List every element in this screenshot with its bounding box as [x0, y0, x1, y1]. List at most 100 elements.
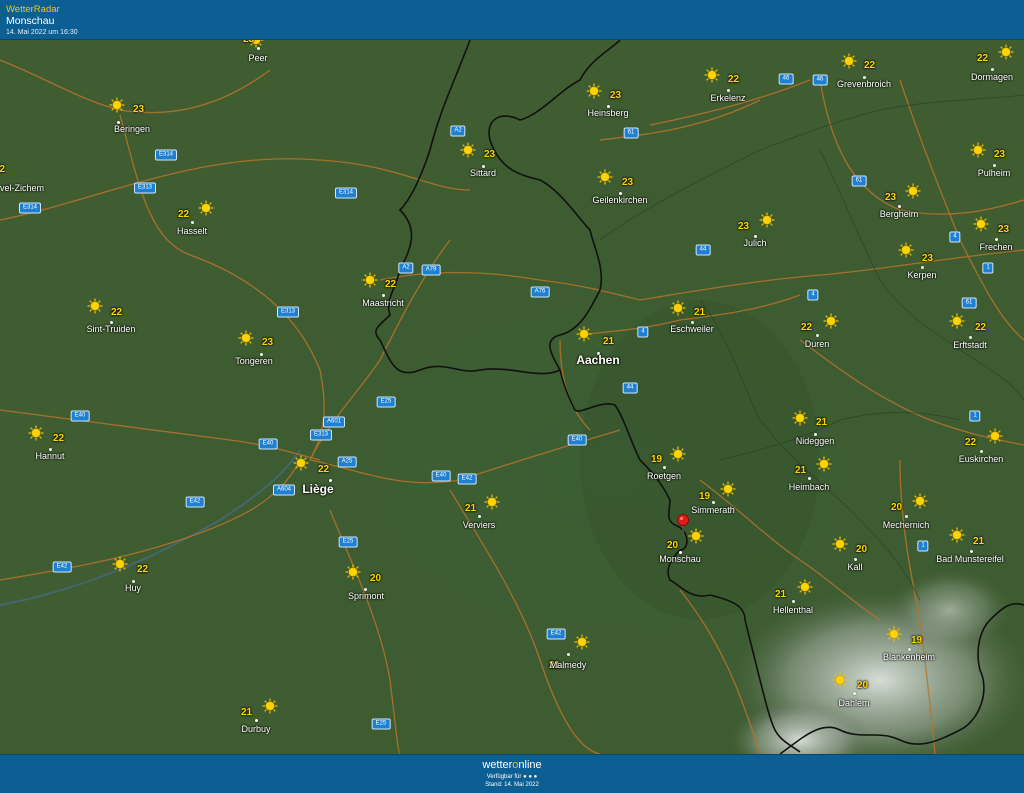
- road-shield: 61: [623, 127, 639, 139]
- city-label[interactable]: Heinsberg: [587, 108, 628, 118]
- city-label[interactable]: Erftstadt: [953, 340, 987, 350]
- road-shield: 46: [778, 73, 794, 85]
- sun-icon: [670, 300, 686, 316]
- city-label[interactable]: Simmerath: [691, 505, 735, 515]
- road-shield: 46: [812, 74, 828, 86]
- sun-icon: [345, 564, 361, 580]
- temperature-label: 21: [973, 536, 985, 547]
- road-shield: E25: [371, 718, 391, 730]
- temperature-label: 22: [385, 279, 397, 290]
- sun-icon: [576, 326, 592, 342]
- city-label[interactable]: Mechernich: [883, 520, 930, 530]
- city-label[interactable]: Durbuy: [241, 724, 270, 734]
- temperature-label: 21: [775, 589, 787, 600]
- road-shield: A76: [530, 286, 550, 298]
- city-label[interactable]: Duren: [805, 339, 830, 349]
- temperature-label: 23: [243, 40, 254, 45]
- city-label[interactable]: Verviers: [463, 520, 496, 530]
- city-label[interactable]: Sint-Truiden: [87, 324, 136, 334]
- temperature-label: 23: [998, 224, 1010, 235]
- city-label[interactable]: Sittard: [470, 168, 496, 178]
- city-marker: [726, 88, 730, 92]
- temperature-label: 21: [694, 307, 706, 318]
- city-label[interactable]: Liège: [302, 482, 333, 496]
- sun-icon: [293, 455, 309, 471]
- city-label[interactable]: Heimbach: [789, 482, 830, 492]
- sun-icon: [905, 183, 921, 199]
- temperature-label: 22: [975, 322, 987, 333]
- road-shield: A2: [450, 125, 466, 137]
- timestamp: 14. Mai 2022 um 16:30: [6, 29, 78, 36]
- city-label[interactable]: Bergheim: [880, 209, 919, 219]
- temperature-label: 23: [885, 192, 897, 203]
- city-label[interactable]: Roetgen: [647, 471, 681, 481]
- city-label[interactable]: Hasselt: [177, 226, 207, 236]
- road-shield: 44: [622, 382, 638, 394]
- city-label[interactable]: Erkelenz: [710, 93, 745, 103]
- city-label[interactable]: Geilenkirchen: [592, 195, 647, 205]
- temperature-label: 19: [651, 454, 663, 465]
- road-shield: 44: [695, 244, 711, 256]
- city-label[interactable]: Julich: [743, 238, 766, 248]
- city-label[interactable]: Beringen: [114, 124, 150, 134]
- city-label[interactable]: Kerpen: [907, 270, 936, 280]
- city-label[interactable]: Nideggen: [796, 436, 835, 446]
- temperature-label: 20: [370, 573, 382, 584]
- temperature-label: 23: [484, 149, 496, 160]
- city-marker: [904, 514, 908, 518]
- city-label[interactable]: Bad Munstereifel: [936, 554, 1004, 564]
- city-label[interactable]: Aachen: [576, 353, 619, 367]
- sun-icon: [949, 313, 965, 329]
- road-shield: 1: [982, 262, 994, 274]
- sun-icon: [112, 556, 128, 572]
- temperature-label: 22: [0, 164, 6, 175]
- temperature-label: 22: [111, 307, 123, 318]
- app-header: WetterRadar Monschau 14. Mai 2022 um 16:…: [0, 0, 1024, 40]
- city-label[interactable]: Maastricht: [362, 298, 404, 308]
- city-label[interactable]: Huy: [125, 583, 141, 593]
- sun-icon: [597, 169, 613, 185]
- sun-icon: [720, 481, 736, 497]
- wetteronline-logo[interactable]: wetteronline: [0, 759, 1024, 771]
- city-label[interactable]: Hannut: [35, 451, 64, 461]
- road-shield: E314: [154, 149, 178, 161]
- city-label[interactable]: vel-Zichem: [0, 183, 44, 193]
- city-label[interactable]: Pulheim: [978, 168, 1011, 178]
- city-marker: [897, 204, 901, 208]
- temperature-label: 22: [728, 74, 740, 85]
- sun-icon: [704, 67, 720, 83]
- location-pin-icon[interactable]: [676, 514, 690, 536]
- city-label[interactable]: Frechen: [979, 242, 1012, 252]
- temperature-label: 21: [465, 503, 477, 514]
- city-label[interactable]: Kall: [847, 562, 862, 572]
- temperature-label: 22: [977, 53, 989, 64]
- temperature-label: 23: [622, 177, 634, 188]
- temperature-label: 23: [994, 149, 1006, 160]
- city-label[interactable]: Tongeren: [235, 356, 273, 366]
- temperature-label: 22: [965, 437, 977, 448]
- city-label[interactable]: Dormagen: [971, 72, 1013, 82]
- city-label[interactable]: Eschweiler: [670, 324, 714, 334]
- city-label[interactable]: Peer: [248, 53, 267, 63]
- road-shield: E40: [567, 434, 587, 446]
- temperature-label: 20: [856, 544, 868, 555]
- city-marker: [662, 465, 666, 469]
- city-label[interactable]: Grevenbroich: [837, 79, 891, 89]
- city-label[interactable]: Euskirchen: [959, 454, 1004, 464]
- temperature-label: 23: [133, 104, 145, 115]
- road-shield: E42: [457, 473, 477, 485]
- city-label[interactable]: Blankenheim: [883, 652, 935, 662]
- sun-icon: [484, 494, 500, 510]
- road-shield: A601: [322, 416, 346, 428]
- city-label[interactable]: Sprimont: [348, 591, 384, 601]
- sun-icon: [886, 626, 902, 642]
- city-label[interactable]: Hellenthal: [773, 605, 813, 615]
- city-marker: [807, 476, 811, 480]
- city-label[interactable]: Dahlem: [838, 698, 869, 708]
- city-label[interactable]: Malmedy: [550, 660, 587, 670]
- city-marker: [566, 652, 570, 656]
- city-label[interactable]: Monschau: [659, 554, 701, 564]
- road-shield: 4: [949, 231, 961, 243]
- city-marker: [994, 237, 998, 241]
- weather-map[interactable]: 23 Peer 23 Beringen 22 vel-Zichem 22 Hasselt 22 S…: [0, 40, 1024, 754]
